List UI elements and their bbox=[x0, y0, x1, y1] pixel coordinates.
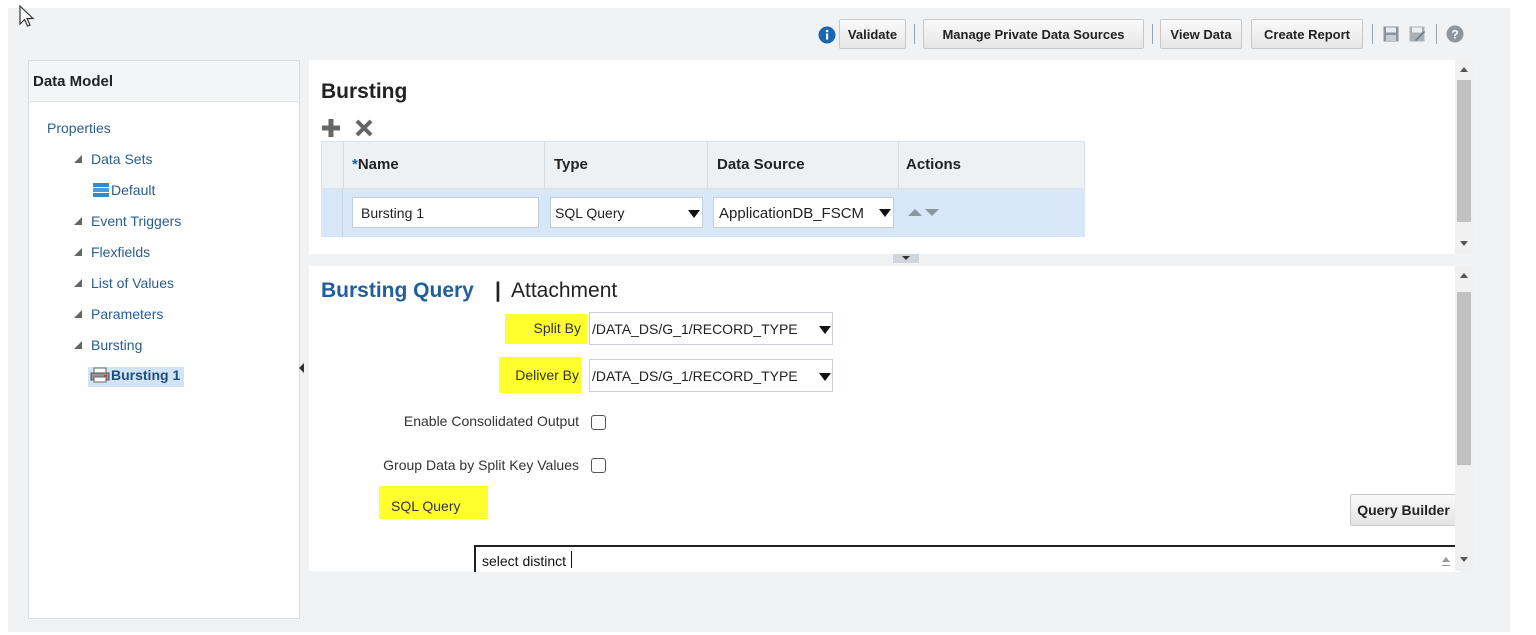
column-header-actions[interactable]: Actions bbox=[906, 156, 961, 173]
tree-item-label: Flexfields bbox=[91, 244, 151, 260]
save-icon[interactable] bbox=[1382, 25, 1400, 43]
tree-item-bursting-1[interactable]: Bursting 1 bbox=[88, 367, 185, 387]
panel-title: Data Model bbox=[33, 73, 114, 90]
data-model-panel bbox=[28, 60, 300, 619]
column-divider bbox=[343, 141, 344, 189]
split-by-value: /DATA_DS/G_1/RECORD_TYPE bbox=[592, 321, 798, 337]
column-header-label: Name bbox=[357, 156, 399, 173]
info-circle-icon[interactable] bbox=[818, 26, 836, 44]
chevron-down-icon bbox=[902, 256, 910, 260]
data-source-select[interactable]: ApplicationDB_FSCM bbox=[713, 197, 894, 228]
tree-item-label: Data Sets bbox=[91, 151, 153, 167]
query-builder-button[interactable]: Query Builder bbox=[1350, 494, 1457, 526]
chevron-down-icon bbox=[879, 209, 891, 217]
data-source-value: ApplicationDB_FSCM bbox=[719, 205, 865, 222]
delete-icon[interactable] bbox=[354, 118, 374, 138]
grid-header bbox=[321, 141, 1085, 189]
scrollbar-thumb[interactable] bbox=[1457, 292, 1471, 465]
toolbar-divider bbox=[914, 24, 915, 44]
tree-item-parameters[interactable]: Parameters bbox=[74, 306, 163, 322]
section-title: Bursting bbox=[321, 80, 408, 103]
scroll-divider bbox=[1442, 565, 1450, 566]
toolbar-divider bbox=[1152, 24, 1153, 44]
printer-icon bbox=[90, 367, 110, 383]
toolbar-divider bbox=[1372, 24, 1373, 44]
tree-item-default[interactable]: Default bbox=[93, 182, 155, 198]
save-as-icon[interactable] bbox=[1408, 25, 1426, 43]
type-select-value: SQL Query bbox=[555, 205, 625, 221]
scrollbar-thumb[interactable] bbox=[1457, 80, 1471, 222]
tree-item-label: Properties bbox=[47, 120, 111, 136]
chevron-down-icon bbox=[819, 326, 831, 334]
deliver-by-label: Deliver By bbox=[515, 367, 579, 383]
create-report-button[interactable]: Create Report bbox=[1251, 19, 1363, 49]
column-divider bbox=[898, 141, 899, 189]
tree-item-label: Bursting 1 bbox=[111, 367, 181, 383]
column-header-name[interactable]: *Name bbox=[352, 156, 399, 173]
sql-query-editor[interactable] bbox=[474, 545, 1460, 572]
svg-text:?: ? bbox=[1451, 28, 1458, 42]
sql-query-text: select distinct bbox=[482, 553, 567, 569]
chevron-down-icon bbox=[819, 373, 831, 381]
sql-query-label: SQL Query bbox=[391, 498, 461, 514]
consolidated-output-checkbox[interactable] bbox=[591, 415, 606, 430]
expand-triangle-icon[interactable] bbox=[74, 217, 82, 225]
row-selector[interactable] bbox=[321, 189, 343, 237]
deliver-by-select[interactable]: /DATA_DS/G_1/RECORD_TYPE bbox=[589, 359, 833, 392]
scroll-up-icon[interactable] bbox=[1460, 273, 1468, 278]
text-caret bbox=[571, 551, 572, 568]
tree-item-properties[interactable]: Properties bbox=[47, 120, 111, 136]
add-icon[interactable] bbox=[321, 118, 341, 138]
tree-item-flexfields[interactable]: Flexfields bbox=[74, 244, 150, 260]
manage-private-data-sources-button[interactable]: Manage Private Data Sources bbox=[923, 19, 1144, 49]
column-header-type[interactable]: Type bbox=[554, 156, 588, 173]
tree-item-label: List of Values bbox=[91, 275, 175, 291]
split-by-label: Split By bbox=[533, 320, 581, 336]
mouse-cursor-icon bbox=[19, 4, 35, 27]
data-model-header: Data Model bbox=[28, 60, 300, 102]
expand-triangle-icon[interactable] bbox=[74, 341, 82, 349]
collapse-panel-handle[interactable] bbox=[299, 363, 304, 373]
tree-item-label: Event Triggers bbox=[91, 213, 182, 229]
split-by-select[interactable]: /DATA_DS/G_1/RECORD_TYPE bbox=[589, 312, 833, 345]
group-by-split-key-label: Group Data by Split Key Values bbox=[383, 457, 579, 473]
tree-item-bursting[interactable]: Bursting bbox=[74, 337, 142, 353]
validate-button[interactable]: Validate bbox=[839, 19, 906, 49]
expand-triangle-icon[interactable] bbox=[74, 155, 82, 163]
expand-triangle-icon[interactable] bbox=[74, 310, 82, 318]
tree-item-data-sets[interactable]: Data Sets bbox=[74, 151, 152, 167]
type-select[interactable]: SQL Query bbox=[550, 197, 703, 228]
tab-separator: | bbox=[495, 279, 501, 302]
tree-item-event-triggers[interactable]: Event Triggers bbox=[74, 213, 181, 229]
group-by-split-key-checkbox[interactable] bbox=[591, 458, 606, 473]
panel-divider[interactable] bbox=[309, 254, 1455, 266]
column-divider bbox=[544, 141, 545, 189]
expand-triangle-icon[interactable] bbox=[74, 248, 82, 256]
toolbar-divider bbox=[1436, 24, 1437, 44]
scroll-down-icon[interactable] bbox=[1460, 557, 1468, 562]
tree-item-label: Bursting bbox=[91, 337, 143, 353]
scroll-down-icon[interactable] bbox=[1460, 241, 1468, 246]
scroll-up-icon[interactable] bbox=[1460, 67, 1468, 72]
name-input[interactable]: Bursting 1 bbox=[352, 197, 539, 228]
view-data-button[interactable]: View Data bbox=[1160, 19, 1242, 49]
column-divider bbox=[707, 141, 708, 189]
tab-bursting-query[interactable]: Bursting Query bbox=[321, 279, 474, 303]
column-header-data-source[interactable]: Data Source bbox=[717, 156, 805, 173]
chevron-down-icon bbox=[688, 210, 700, 218]
tree-item-label: Default bbox=[111, 182, 156, 198]
divider-handle[interactable] bbox=[893, 254, 919, 263]
consolidated-output-label: Enable Consolidated Output bbox=[403, 413, 579, 429]
tab-attachment[interactable]: Attachment bbox=[511, 279, 617, 303]
help-icon[interactable]: ? bbox=[1446, 25, 1464, 43]
move-up-down-icon[interactable] bbox=[907, 207, 941, 217]
deliver-by-value: /DATA_DS/G_1/RECORD_TYPE bbox=[592, 368, 798, 384]
tree-item-label: Parameters bbox=[91, 306, 164, 322]
tree-item-list-of-values[interactable]: List of Values bbox=[74, 275, 174, 291]
dataset-icon bbox=[93, 183, 109, 197]
expand-triangle-icon[interactable] bbox=[74, 279, 82, 287]
scroll-up-icon[interactable] bbox=[1442, 557, 1450, 562]
